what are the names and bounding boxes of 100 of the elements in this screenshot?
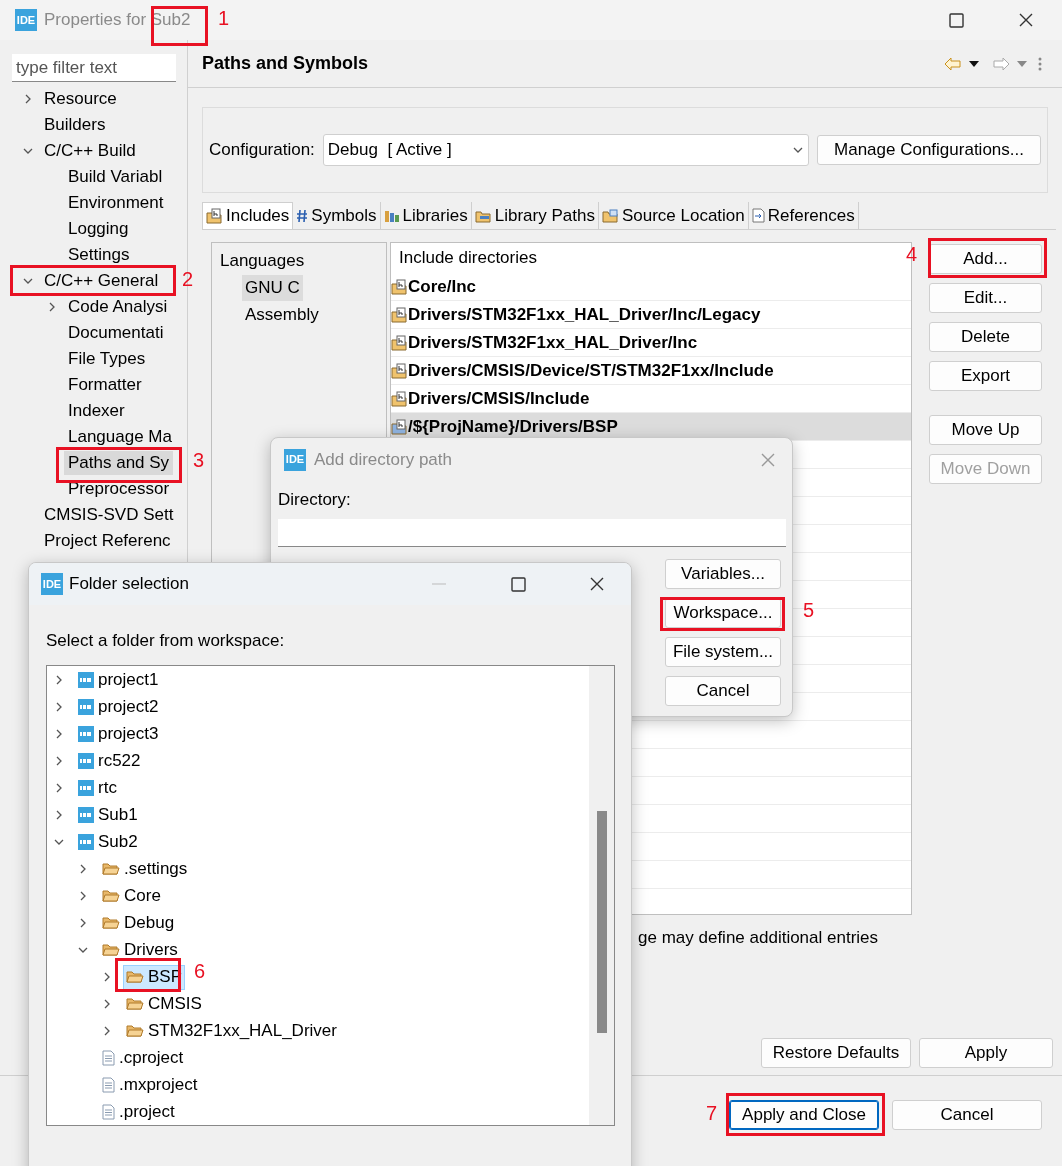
button[interactable]: Apply [919, 1038, 1053, 1068]
include-row[interactable]: Core/Inc [391, 273, 911, 301]
folder-icon [126, 970, 144, 984]
tree-item[interactable]: Settings [64, 243, 134, 267]
language-item[interactable]: GNU C [242, 274, 303, 301]
scrollbar-thumb[interactable] [596, 810, 607, 1033]
folder-icon [102, 889, 120, 903]
dialog-title: Folder selection [69, 573, 189, 596]
directory-label: Directory: [278, 489, 352, 511]
back-arrow-icon[interactable] [944, 56, 962, 71]
tree-item[interactable]: Drivers [99, 937, 181, 963]
column-header: Include directories [398, 247, 538, 270]
tree-item[interactable]: rc522 [75, 748, 144, 774]
include-folder-icon [206, 208, 223, 224]
button[interactable]: Edit... [929, 283, 1042, 313]
folder-source-icon [601, 208, 619, 223]
app-logo: IDE [15, 9, 37, 31]
button[interactable]: Delete [929, 322, 1042, 352]
step-number: 2 [182, 269, 194, 289]
tree-item[interactable]: Core [99, 883, 164, 909]
folder-icon [102, 943, 120, 957]
tree-item[interactable]: rtc [75, 775, 120, 801]
maximize-icon[interactable] [949, 12, 964, 28]
step-number: 3 [193, 450, 205, 470]
project-icon [78, 699, 94, 715]
tree-item[interactable]: .project [99, 1099, 178, 1125]
button[interactable]: Cancel [892, 1100, 1042, 1130]
tree-item[interactable]: Environment [64, 191, 168, 215]
tree-item[interactable]: STM32F1xx_HAL_Driver [123, 1018, 340, 1044]
button[interactable]: Add... [929, 244, 1042, 274]
include-row[interactable]: Drivers/STM32F1xx_HAL_Driver/Inc/Legacy [391, 301, 911, 329]
document-arrow-icon [751, 208, 765, 223]
tree-item[interactable]: Debug [99, 910, 178, 936]
tree-item[interactable]: Project Referenc [40, 529, 175, 553]
tree-item[interactable]: Indexer [64, 399, 129, 423]
button[interactable]: File system... [665, 636, 781, 667]
step-number: 7 [706, 1103, 718, 1123]
tree-item[interactable]: project1 [75, 667, 162, 693]
include-row[interactable]: Drivers/STM32F1xx_HAL_Driver/Inc [391, 329, 911, 357]
step-number: 1 [218, 8, 230, 28]
prompt-text: Select a folder from workspace: [46, 630, 286, 652]
tree-item[interactable]: .cproject [99, 1045, 187, 1071]
books-icon [383, 208, 400, 223]
filter-field[interactable]: type filter text [12, 54, 176, 82]
project-icon [78, 753, 94, 769]
tab[interactable]: Includes [202, 202, 294, 229]
tree-item[interactable]: Sub1 [75, 802, 141, 828]
dropdown-icon[interactable] [968, 59, 980, 68]
tree-item[interactable]: Formatter [64, 373, 146, 397]
button[interactable]: Restore Defaults [761, 1038, 911, 1068]
step-number: 6 [194, 961, 206, 981]
tree-item[interactable]: project2 [75, 694, 162, 720]
tree-item[interactable]: Sub2 [75, 829, 141, 855]
highlight-frame [115, 958, 181, 992]
button[interactable]: Move Up [929, 415, 1042, 445]
tree-item[interactable]: C/C++ General [40, 269, 163, 293]
project-icon [78, 834, 94, 850]
highlight-frame [151, 6, 208, 46]
page-title: Paths and Symbols [202, 52, 369, 75]
file-icon [102, 1050, 115, 1066]
tree-item[interactable]: Logging [64, 217, 133, 241]
step-number: 4 [906, 244, 918, 264]
app-logo: IDE [41, 573, 63, 595]
tree-item[interactable]: CMSIS-SVD Sett [40, 503, 178, 527]
tree-item[interactable]: project3 [75, 721, 162, 747]
hash-icon [296, 208, 309, 223]
close-icon[interactable] [589, 576, 605, 592]
more-icon[interactable] [1038, 56, 1042, 71]
tree-item[interactable]: CMSIS [123, 991, 205, 1017]
tree-item[interactable]: Resource [40, 87, 121, 111]
tree-item[interactable]: .settings [99, 856, 191, 882]
include-row[interactable]: Drivers/CMSIS/Device/ST/STM32F1xx/Include [391, 357, 911, 385]
tree-item[interactable]: C/C++ Build [40, 139, 140, 163]
button[interactable]: Cancel [665, 675, 781, 706]
project-icon [78, 672, 94, 688]
button[interactable]: Variables... [665, 558, 781, 589]
tree-item[interactable]: Documentati [64, 321, 168, 345]
tree-item[interactable]: Code Analysi [64, 295, 172, 319]
button[interactable]: Apply and Close [729, 1100, 879, 1130]
configuration-select[interactable]: Debug [ Active ] [322, 134, 809, 166]
directory-field[interactable] [278, 518, 786, 547]
tree-item[interactable]: File Types [64, 347, 150, 371]
folder-icon [102, 862, 120, 876]
button[interactable]: Manage Configurations... [817, 135, 1041, 165]
folder-icon [126, 997, 144, 1011]
close-icon[interactable] [1018, 12, 1034, 28]
tree-item[interactable]: Build Variabl [64, 165, 167, 189]
tree-item[interactable]: Preprocessor [64, 477, 174, 501]
step-number: 5 [803, 600, 815, 620]
tree-item[interactable]: Paths and Sy [64, 451, 174, 475]
tree-item[interactable]: Language Ma [64, 425, 176, 449]
language-item[interactable]: Assembly [242, 301, 322, 328]
maximize-icon[interactable] [511, 576, 526, 592]
dialog-title: Add directory path [314, 448, 452, 471]
note-text: ge may define additional entries [638, 928, 879, 947]
tree-item[interactable]: Builders [40, 113, 110, 137]
button[interactable]: Export [929, 361, 1042, 391]
project-icon [78, 807, 94, 823]
list-header: Languages [220, 250, 306, 272]
tree-item[interactable]: .mxproject [99, 1072, 201, 1098]
